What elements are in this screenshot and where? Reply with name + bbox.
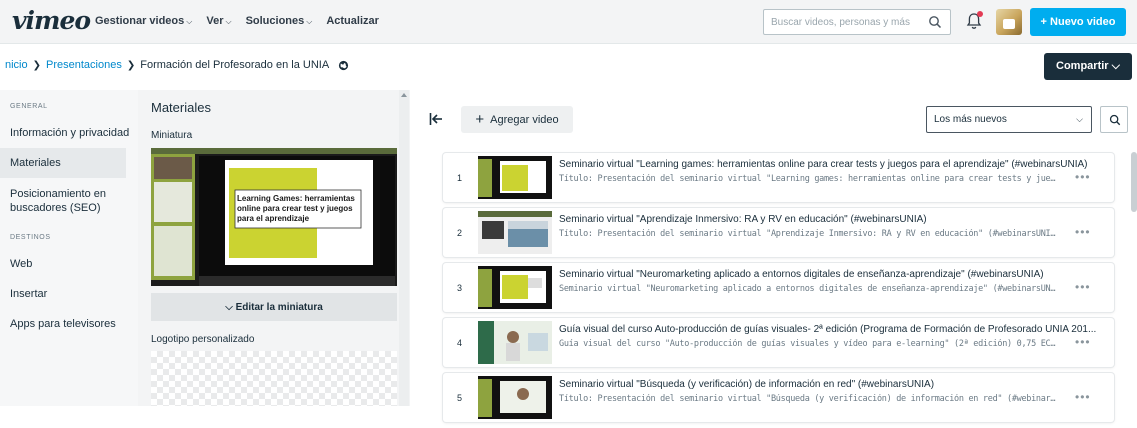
chevron-down-icon: ⌵ [186, 17, 193, 26]
video-description: Guía visual del curso "Auto-producción d… [559, 339, 1059, 349]
row-number: 3 [457, 283, 463, 293]
chevron-down-icon: ⌵ [1076, 114, 1083, 124]
nav-label: Ver [206, 15, 224, 27]
custom-logo-dropzone[interactable] [151, 351, 397, 406]
share-label: Compartir [1056, 60, 1109, 72]
more-options-icon[interactable]: ••• [1075, 280, 1091, 294]
sidebar-item-informacion-privacidad[interactable]: Información y privacidad [0, 126, 138, 140]
more-options-icon[interactable]: ••• [1075, 335, 1091, 349]
video-title: Seminario virtual "Neuromarketing aplica… [559, 269, 1044, 280]
video-row[interactable]: 5 Seminario virtual "Búsqueda (y verific… [443, 373, 1114, 422]
breadcrumb-presentaciones[interactable]: Presentaciones [46, 59, 122, 71]
video-title: Seminario virtual "Learning games: herra… [559, 159, 1088, 170]
breadcrumb: nicio ❯ Presentaciones ❯ Formación del P… [5, 59, 349, 71]
videos-scrollbar-thumb[interactable] [1131, 152, 1137, 212]
nav-label: Actualizar [326, 15, 379, 27]
more-options-icon[interactable]: ••• [1075, 225, 1091, 239]
nav-label: Gestionar videos [95, 15, 185, 27]
video-title: Seminario virtual "Aprendizaje Inmersivo… [559, 214, 927, 225]
edit-thumbnail-button[interactable]: ⌵ Editar la miniatura [151, 293, 397, 321]
notifications-bell-icon[interactable] [966, 11, 983, 30]
thumbnail-label: Miniatura [151, 130, 193, 141]
video-list: 1 Seminario virtual "Learning games: her… [443, 153, 1114, 428]
chevron-right-icon: ❯ [126, 59, 136, 71]
video-row[interactable]: 1 Seminario virtual "Learning games: her… [443, 153, 1114, 202]
video-thumbnail [478, 211, 552, 254]
materials-panel: Materiales Miniatura Learning Games: her… [138, 90, 410, 406]
search-videos-button[interactable] [1100, 106, 1128, 133]
nav-gestionar-videos[interactable]: Gestionar videos ⌵ [95, 15, 192, 27]
search-box [763, 9, 951, 35]
video-row[interactable]: 4 Guía visual del curso Auto-producción … [443, 318, 1114, 367]
share-button[interactable]: Compartir ⌵ [1044, 53, 1132, 80]
thumbnail-preview: Learning Games: herramientas online para… [151, 148, 397, 286]
chevron-down-icon: ⌵ [306, 17, 313, 26]
collapse-left-icon[interactable] [429, 112, 443, 126]
search-icon[interactable] [928, 15, 942, 29]
nav-actualizar[interactable]: Actualizar [326, 15, 379, 27]
chevron-down-icon: ⌵ [225, 301, 233, 313]
chevron-right-icon: ❯ [32, 59, 42, 71]
nav-label: Soluciones [245, 15, 305, 27]
video-thumbnail [478, 376, 552, 419]
page-title: Formación del Profesorado en la UNIA [140, 59, 330, 71]
row-number: 4 [457, 338, 463, 348]
add-video-button[interactable]: + Agregar video [461, 106, 573, 133]
thumbnail-slide-title: Learning Games: herramientas online para… [237, 194, 355, 223]
sidebar-item-insertar[interactable]: Insertar [0, 287, 138, 301]
sidebar-item-seo[interactable]: Posicionamiento en buscadores (SEO) [0, 187, 120, 215]
video-description: Título: Presentación del seminario virtu… [559, 394, 1059, 404]
avatar[interactable] [996, 9, 1022, 35]
scroll-up-arrow-icon[interactable] [401, 93, 407, 97]
video-thumbnail [478, 321, 552, 364]
more-options-icon[interactable]: ••• [1075, 390, 1091, 404]
breadcrumb-bar: nicio ❯ Presentaciones ❯ Formación del P… [0, 44, 1137, 90]
section-general-heading: GENERAL [10, 103, 48, 110]
nav-ver[interactable]: Ver ⌵ [206, 15, 231, 27]
sidebar-item-apps-televisores[interactable]: Apps para televisores [0, 317, 138, 331]
vimeo-logo[interactable]: vimeo [12, 6, 91, 35]
video-title: Guía visual del curso Auto-producción de… [559, 324, 1097, 335]
video-description: Título: Presentación del seminario virtu… [559, 229, 1059, 239]
video-description: Seminario virtual "Neuromarketing aplica… [559, 284, 1059, 294]
sidebar-item-web[interactable]: Web [0, 257, 138, 271]
plus-icon: + [475, 111, 485, 128]
top-navigation: vimeo Gestionar videos ⌵ Ver ⌵ Soluciones ⌵… [0, 0, 1137, 44]
video-thumbnail [478, 266, 552, 309]
new-video-button[interactable]: + Nuevo video [1030, 8, 1126, 36]
sort-value: Los más nuevos [934, 114, 1007, 125]
search-input[interactable] [764, 10, 924, 34]
main-menu: Gestionar videos ⌵ Ver ⌵ Soluciones ⌵ Actua… [95, 15, 379, 27]
videos-panel: + Agregar video Los más nuevos ⌵ 1 Seminar… [410, 90, 1137, 422]
row-number: 1 [457, 173, 463, 183]
add-video-label: Agregar video [490, 114, 559, 126]
edit-thumbnail-label: Editar la miniatura [235, 301, 323, 313]
custom-logo-label: Logotipo personalizado [151, 334, 255, 345]
video-row[interactable]: 2 Seminario virtual "Aprendizaje Inmersi… [443, 208, 1114, 257]
settings-sidebar: GENERAL Información y privacidad Materia… [0, 90, 138, 406]
row-number: 5 [457, 393, 463, 403]
more-options-icon[interactable]: ••• [1075, 170, 1091, 184]
sidebar-item-materiales[interactable]: Materiales [0, 148, 126, 178]
notification-dot [977, 11, 983, 17]
section-destinos-heading: DESTINOS [10, 234, 51, 241]
chevron-down-icon: ⌵ [1111, 60, 1120, 72]
search-icon [1109, 114, 1121, 126]
nav-soluciones[interactable]: Soluciones ⌵ [246, 15, 313, 27]
panel-scrollbar[interactable] [399, 90, 409, 406]
globe-icon[interactable] [338, 60, 349, 71]
breadcrumb-inicio[interactable]: nicio [5, 59, 28, 71]
row-number: 2 [457, 228, 463, 238]
chevron-down-icon: ⌵ [225, 17, 232, 26]
video-title: Seminario virtual "Búsqueda (y verificac… [559, 379, 935, 390]
sort-select[interactable]: Los más nuevos ⌵ [926, 106, 1092, 133]
video-thumbnail [478, 156, 552, 199]
video-description: Título: Presentación del seminario virtu… [559, 174, 1059, 184]
materials-title: Materiales [151, 100, 211, 115]
video-row[interactable]: 3 Seminario virtual "Neuromarketing apli… [443, 263, 1114, 312]
